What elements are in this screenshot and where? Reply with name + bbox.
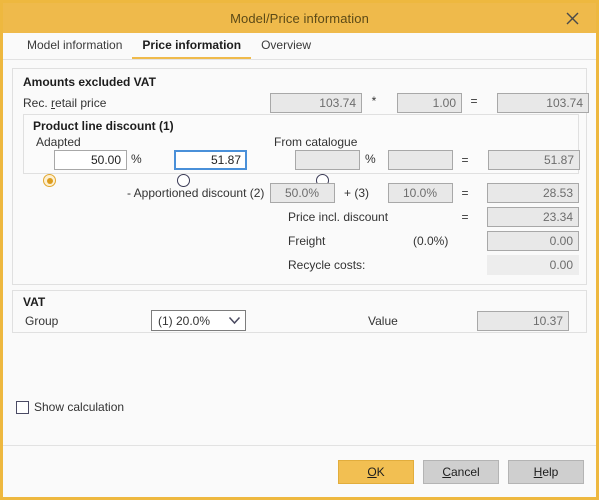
price-incl-equals-operator: =: [461, 210, 469, 224]
from-catalogue-label: From catalogue: [274, 135, 358, 149]
apportioned-discount-row: - Apportioned discount (2) 50.0% + (3) 1…: [23, 182, 579, 204]
chevron-down-icon: [228, 316, 241, 325]
vat-group-select[interactable]: (1) 20.0%: [151, 310, 246, 331]
adapted-amount-field[interactable]: 51.87: [174, 150, 247, 170]
amounts-panel: Amounts excluded VAT Rec. retail price 1…: [12, 68, 589, 285]
vat-group-row: Group (1) 20.0% Value 10.37: [23, 310, 569, 332]
product-line-discount-title: Product line discount (1): [33, 119, 174, 133]
tab-overview[interactable]: Overview: [251, 38, 321, 59]
help-rest: elp: [542, 464, 559, 479]
show-calculation-row[interactable]: Show calculation: [16, 400, 124, 414]
vat-group-selected-value: (1) 20.0%: [158, 313, 211, 328]
vat-value-label: Value: [368, 314, 398, 328]
dialog-content: Amounts excluded VAT Rec. retail price 1…: [3, 60, 596, 445]
apportioned-plus-label: + (3): [344, 186, 370, 200]
product-line-discount-group: Product line discount (1) Adapted From c…: [23, 114, 580, 187]
vat-panel: VAT Group (1) 20.0% Value 10.37: [12, 290, 587, 333]
tab-price-information[interactable]: Price information: [132, 38, 252, 59]
apportioned-discount-label: - Apportioned discount (2): [127, 186, 265, 200]
ok-button[interactable]: OK: [338, 459, 414, 484]
rec-retail-price-label: Rec. retail price: [23, 96, 107, 110]
close-icon: [566, 12, 578, 24]
dialog-footer: OK Cancel Help: [3, 445, 596, 497]
recycle-costs-row: Recycle costs: 0.00: [23, 254, 579, 276]
vat-value-field[interactable]: 10.37: [477, 311, 569, 331]
ok-accel: O: [367, 464, 377, 479]
apportioned-equals-operator: =: [461, 186, 469, 200]
catalogue-equals-operator: =: [461, 153, 469, 167]
catalogue-middle-field[interactable]: [388, 150, 453, 170]
adapted-percent-field[interactable]: 50.00: [54, 150, 127, 170]
vat-section-title: VAT: [23, 295, 46, 309]
catalogue-amount-field[interactable]: 51.87: [488, 150, 580, 170]
rec-retail-price-row: Rec. retail price 103.74 * 1.00 = 103.74: [23, 91, 589, 115]
catalogue-percent-sign: %: [365, 152, 376, 166]
rec-retail-price-factor-field[interactable]: 1.00: [397, 93, 462, 113]
freight-label: Freight: [288, 234, 326, 248]
vat-group-label: Group: [25, 314, 59, 328]
freight-percent-label: (0.0%): [413, 234, 449, 248]
show-calculation-label: Show calculation: [34, 400, 125, 414]
show-calculation-checkbox[interactable]: [16, 400, 29, 414]
freight-row: Freight (0.0%) 0.00: [23, 230, 579, 252]
rec-retail-price-base-field[interactable]: 103.74: [270, 93, 362, 113]
amounts-section-title: Amounts excluded VAT: [23, 75, 156, 89]
freight-value-field[interactable]: 0.00: [487, 231, 579, 251]
retail-multiply-operator: *: [371, 94, 377, 108]
adapted-percent-sign: %: [131, 152, 142, 166]
price-incl-discount-row: Price incl. discount = 23.34: [23, 206, 579, 228]
window-title: Model/Price information: [230, 10, 369, 26]
retail-equals-operator: =: [470, 94, 478, 108]
recycle-costs-label: Recycle costs:: [288, 258, 366, 272]
apportioned-value2-field[interactable]: 10.0%: [388, 183, 453, 203]
close-button[interactable]: [556, 3, 588, 33]
price-incl-discount-label: Price incl. discount: [288, 210, 389, 224]
tab-model-information[interactable]: Model information: [17, 38, 132, 59]
ok-rest: K: [376, 464, 385, 479]
rec-retail-price-total-field[interactable]: 103.74: [497, 93, 589, 113]
apportioned-value1-field[interactable]: 50.0%: [270, 183, 335, 203]
catalogue-percent-field[interactable]: [295, 150, 360, 170]
apportioned-result-field[interactable]: 28.53: [487, 183, 579, 203]
cancel-rest: ancel: [450, 464, 480, 479]
recycle-costs-field[interactable]: 0.00: [487, 255, 579, 275]
dialog-window: Model/Price information Model informatio…: [0, 0, 599, 500]
tab-bar: Model information Price information Over…: [3, 33, 596, 60]
help-button[interactable]: Help: [508, 459, 584, 484]
cancel-button[interactable]: Cancel: [423, 459, 499, 484]
price-incl-discount-field[interactable]: 23.34: [487, 207, 579, 227]
adapted-label: Adapted: [36, 135, 81, 149]
title-bar: Model/Price information: [3, 3, 596, 33]
cancel-accel: C: [442, 464, 451, 479]
